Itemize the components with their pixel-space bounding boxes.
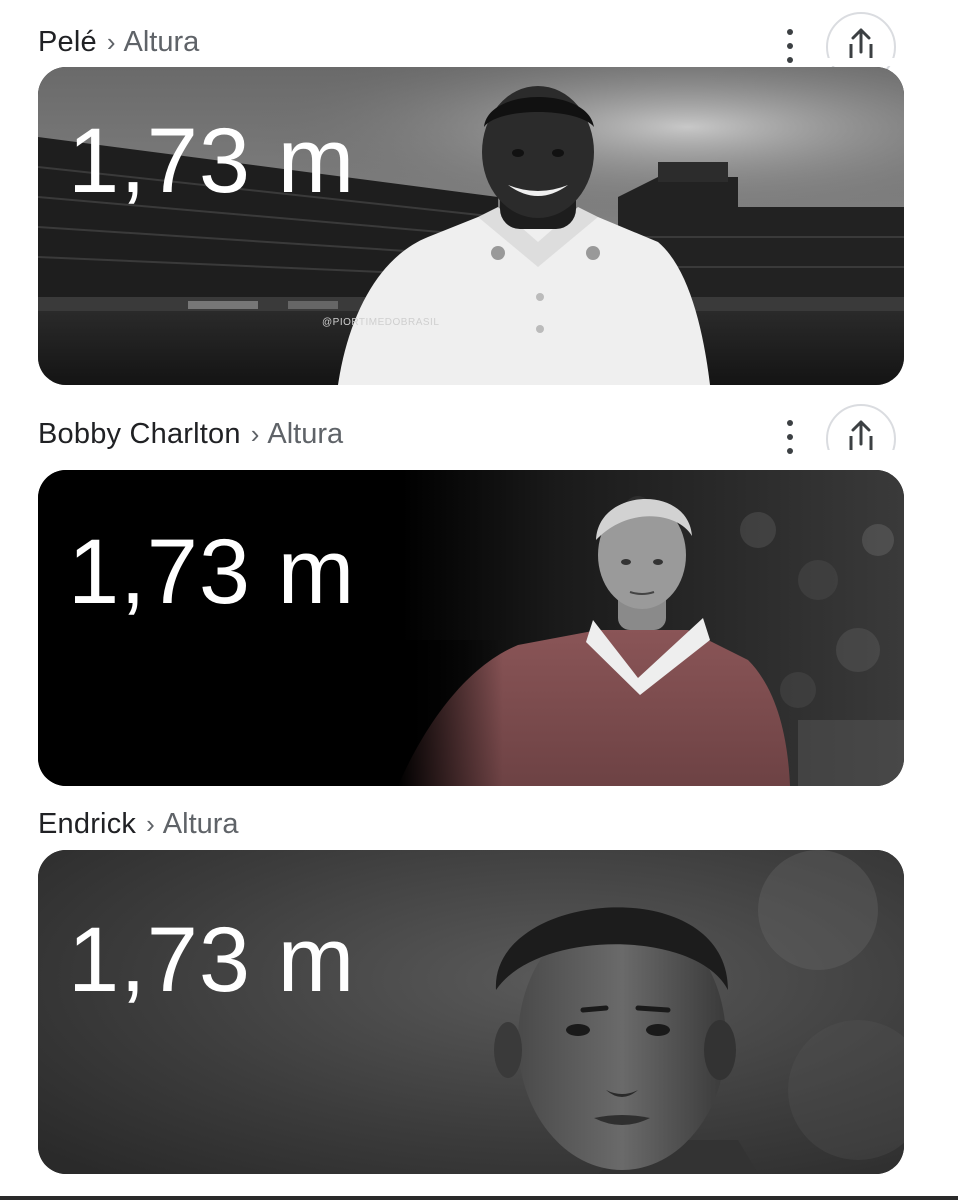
more-vert-icon[interactable] — [783, 29, 797, 63]
bobby-charlton-photo — [38, 470, 904, 786]
height-card[interactable]: 1,73 m — [38, 470, 904, 786]
entity-name[interactable]: Bobby Charlton — [38, 418, 241, 451]
image-watermark: @PIORTIMEDOBRASIL — [322, 317, 440, 328]
breadcrumb-separator: › — [250, 418, 260, 449]
breadcrumb-separator: › — [106, 26, 116, 57]
height-value: 1,73 m — [68, 521, 356, 623]
result-bobby-charlton: Bobby Charlton › Altura 1,73 m — [0, 400, 958, 790]
result-header[interactable]: Pelé › Altura — [38, 22, 199, 62]
attribute-name[interactable]: Altura — [124, 26, 200, 59]
result-pele: Pelé › Altura 1,73 m @PIORTIMEDOBRASIL — [0, 0, 958, 400]
height-card[interactable]: 1,73 m — [38, 850, 904, 1174]
entity-name[interactable]: Pelé — [38, 26, 97, 59]
result-header[interactable]: Endrick › Altura — [38, 804, 239, 844]
attribute-name[interactable]: Altura — [267, 418, 343, 451]
result-header[interactable]: Bobby Charlton › Altura — [38, 414, 343, 454]
result-endrick: Endrick › Altura 1,73 m — [0, 790, 958, 1196]
bottom-divider — [0, 1196, 958, 1200]
entity-name[interactable]: Endrick — [38, 808, 136, 841]
height-value: 1,73 m — [68, 909, 356, 1011]
attribute-name[interactable]: Altura — [163, 808, 239, 841]
height-card[interactable]: 1,73 m @PIORTIMEDOBRASIL — [38, 67, 904, 385]
breadcrumb-separator: › — [146, 808, 155, 839]
more-vert-icon[interactable] — [783, 420, 797, 454]
height-value: 1,73 m — [68, 110, 356, 212]
